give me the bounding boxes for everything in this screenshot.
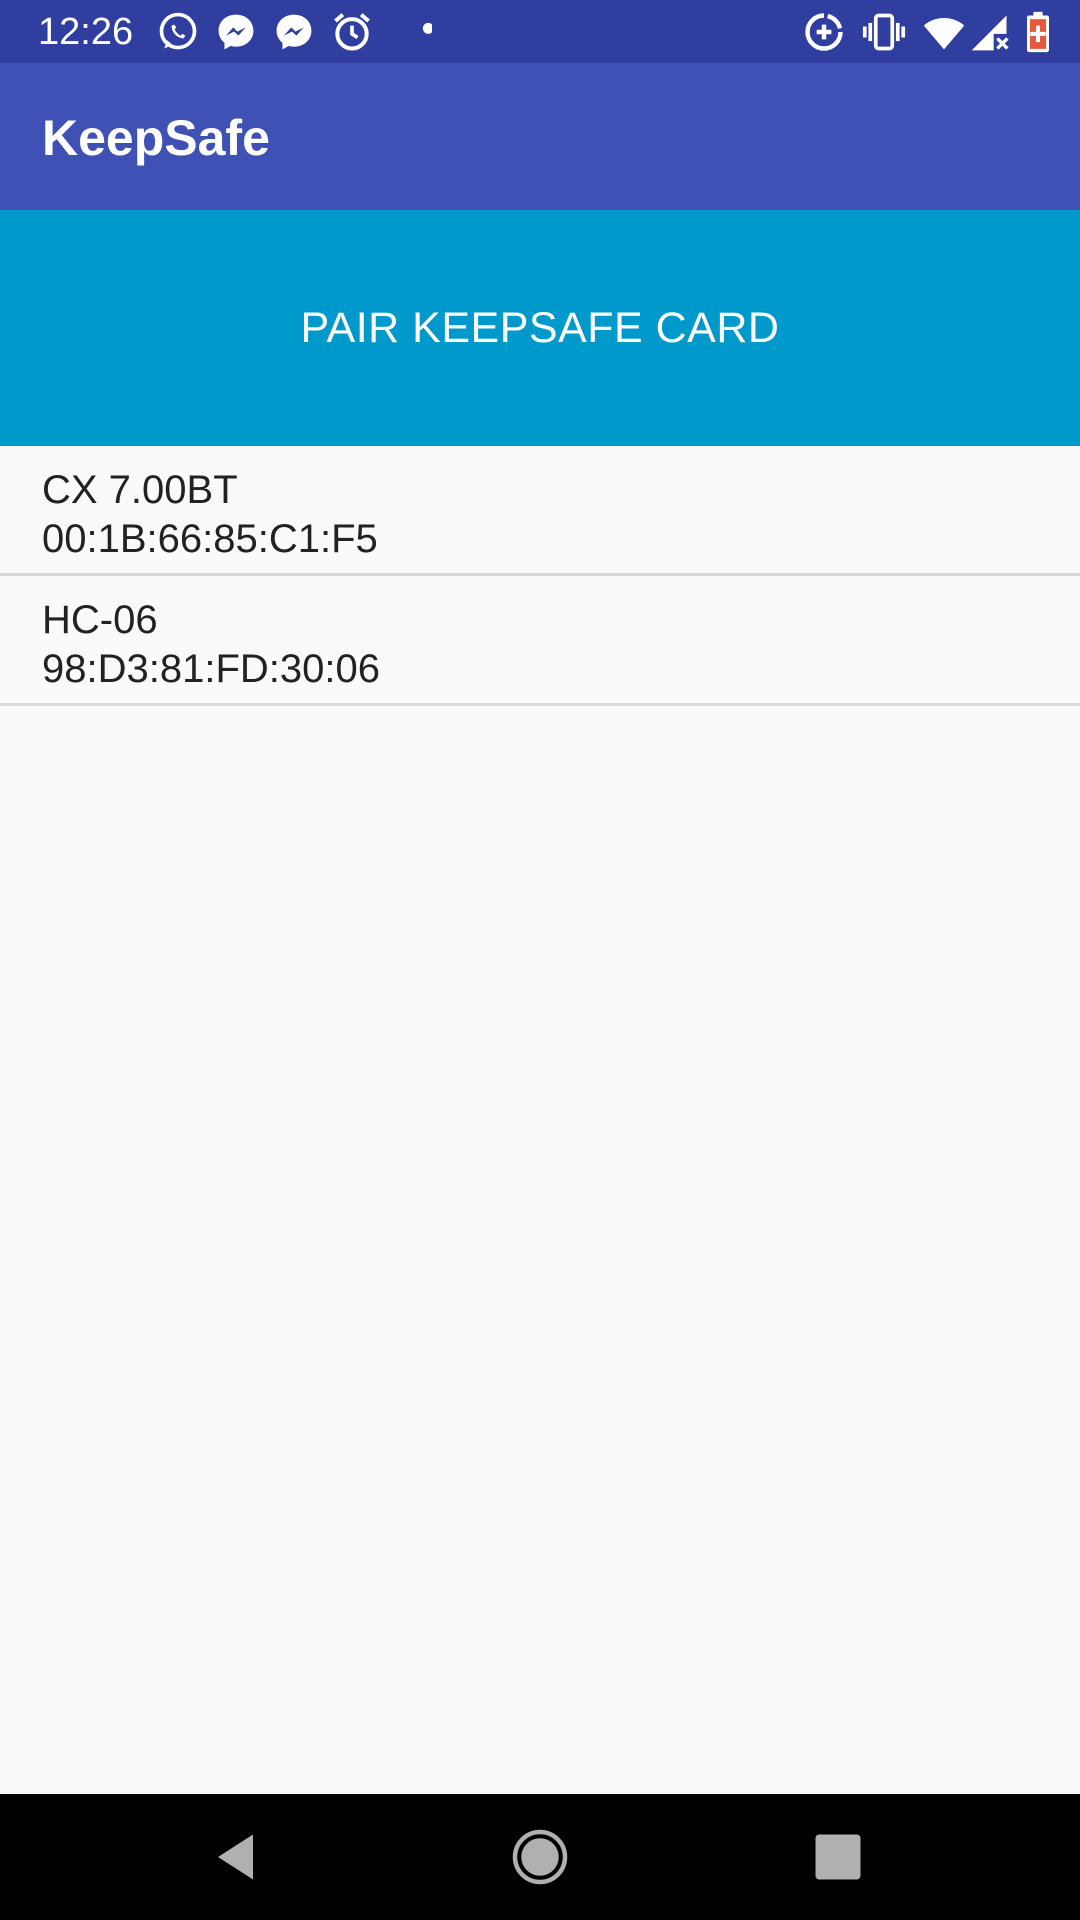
wifi-icon (922, 10, 966, 54)
recents-icon[interactable] (808, 1827, 868, 1887)
home-icon[interactable] (510, 1827, 570, 1887)
list-item[interactable]: CX 7.00BT 00:1B:66:85:C1:F5 (0, 446, 1080, 576)
alarm-icon (330, 10, 374, 54)
list-item[interactable]: HC-06 98:D3:81:FD:30:06 (0, 576, 1080, 706)
device-name: HC-06 (42, 598, 158, 642)
pair-keepsafe-card-button[interactable]: PAIR KEEPSAFE CARD (0, 210, 1080, 446)
dot-icon (388, 10, 432, 54)
signal-icon (968, 10, 1012, 54)
pair-button-label: PAIR KEEPSAFE CARD (300, 304, 780, 352)
device-address: 00:1B:66:85:C1:F5 (42, 517, 378, 561)
app-title: KeepSafe (42, 110, 270, 166)
messenger-icon (272, 10, 316, 54)
messenger-icon (214, 10, 258, 54)
app-bar: KeepSafe (0, 63, 1080, 210)
device-list: CX 7.00BT 00:1B:66:85:C1:F5 HC-06 98:D3:… (0, 446, 1080, 706)
vibrate-icon (862, 10, 906, 54)
device-address: 98:D3:81:FD:30:06 (42, 647, 380, 691)
screen: 12:26 KeepSafe PAIR KEEPSAFE CARD CX 7.0… (0, 0, 1080, 1920)
battery-charging-icon (1016, 10, 1060, 54)
status-time: 12:26 (38, 11, 134, 53)
whatsapp-icon (156, 10, 200, 54)
data-saver-icon (802, 10, 846, 54)
back-icon[interactable] (208, 1827, 268, 1887)
device-name: CX 7.00BT (42, 468, 238, 512)
status-bar: 12:26 (0, 0, 1080, 63)
navigation-bar (0, 1794, 1080, 1920)
